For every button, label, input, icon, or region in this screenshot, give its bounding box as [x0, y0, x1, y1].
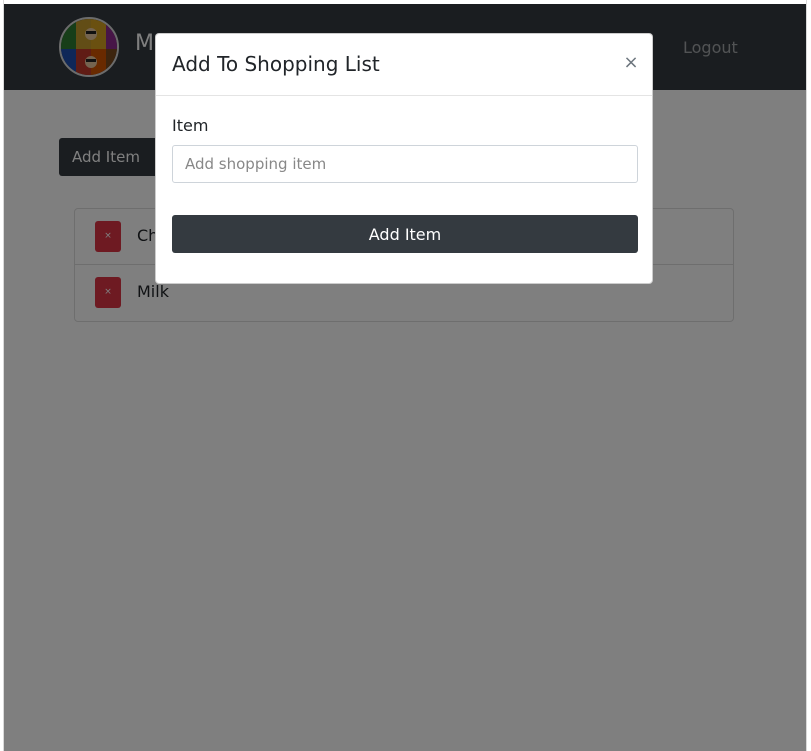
submit-add-item-button[interactable]: Add Item [172, 215, 638, 253]
modal-header: Add To Shopping List × [156, 34, 652, 96]
close-icon[interactable]: × [620, 52, 642, 74]
modal-title: Add To Shopping List [172, 52, 380, 76]
app: M n Logout Add Item × Ch × Milk Add To S… [4, 4, 806, 751]
item-input[interactable] [172, 145, 638, 183]
add-item-modal: Add To Shopping List × Item Add Item [155, 33, 653, 284]
window-frame-right [806, 0, 811, 751]
item-field-label: Item [172, 116, 209, 135]
